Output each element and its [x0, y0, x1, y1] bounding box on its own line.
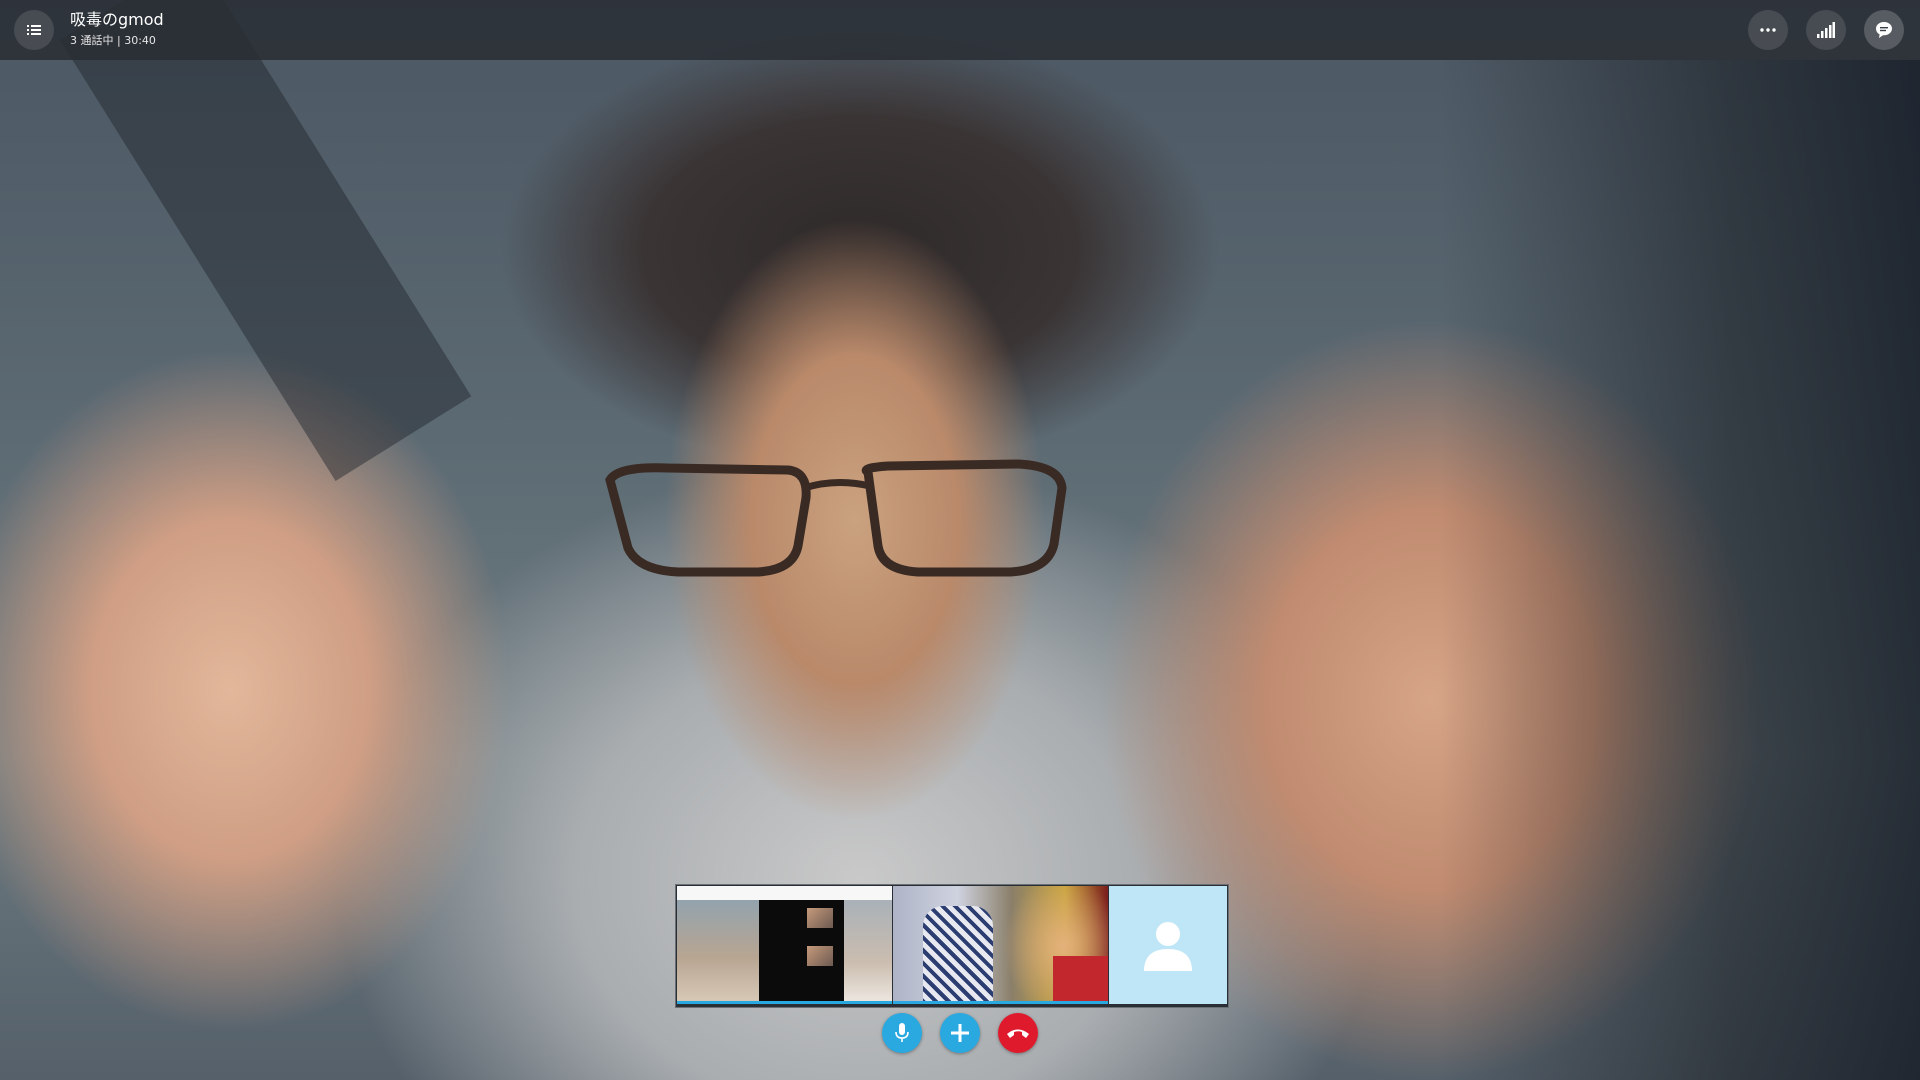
video-background-curtain — [1440, 60, 1920, 1080]
person-icon — [1144, 922, 1192, 971]
video-subject-glasses — [605, 459, 1067, 577]
hang-up-button[interactable] — [998, 1013, 1038, 1053]
shared-screen-thumbnail — [807, 908, 833, 928]
shared-screen-thumbnail — [807, 946, 833, 966]
call-status: 3 通話中 | 30:40 — [70, 34, 156, 47]
active-speaker-indicator — [677, 1001, 892, 1004]
menu-button[interactable] — [14, 10, 54, 50]
chat-button[interactable] — [1864, 10, 1904, 50]
participant-video-object — [1053, 956, 1108, 1004]
participant-tile-avatar[interactable] — [1109, 886, 1227, 1004]
participant-tile-camera[interactable] — [893, 886, 1108, 1004]
call-window: 吸毒のgmod 3 通話中 | 30:40 — [0, 0, 1920, 1080]
call-quality-button[interactable] — [1806, 10, 1846, 50]
more-horizontal-icon — [1760, 28, 1776, 32]
add-participant-button[interactable] — [940, 1013, 980, 1053]
chat-bubble-icon — [1876, 22, 1892, 38]
shared-screen-toolbar — [677, 886, 892, 901]
participant-video-shirt — [923, 906, 993, 1004]
more-options-button[interactable] — [1748, 10, 1788, 50]
shared-screen-video — [677, 900, 759, 1004]
hang-up-icon — [1007, 1029, 1029, 1038]
microphone-icon — [895, 1023, 909, 1042]
video-background-shadow — [60, 0, 472, 481]
microphone-button[interactable] — [882, 1013, 922, 1053]
participant-strip — [675, 884, 1229, 1008]
call-title: 吸毒のgmod — [70, 10, 164, 29]
shared-screen-dark-panel — [759, 900, 844, 1004]
plus-icon — [951, 1024, 969, 1042]
list-icon — [27, 25, 41, 35]
shared-screen-side-panel — [844, 900, 892, 1004]
active-speaker-indicator — [893, 1001, 1108, 1004]
participant-tile-screen-share[interactable] — [677, 886, 892, 1004]
top-bar: 吸毒のgmod 3 通話中 | 30:40 — [0, 0, 1920, 60]
signal-strength-icon — [1817, 22, 1835, 38]
